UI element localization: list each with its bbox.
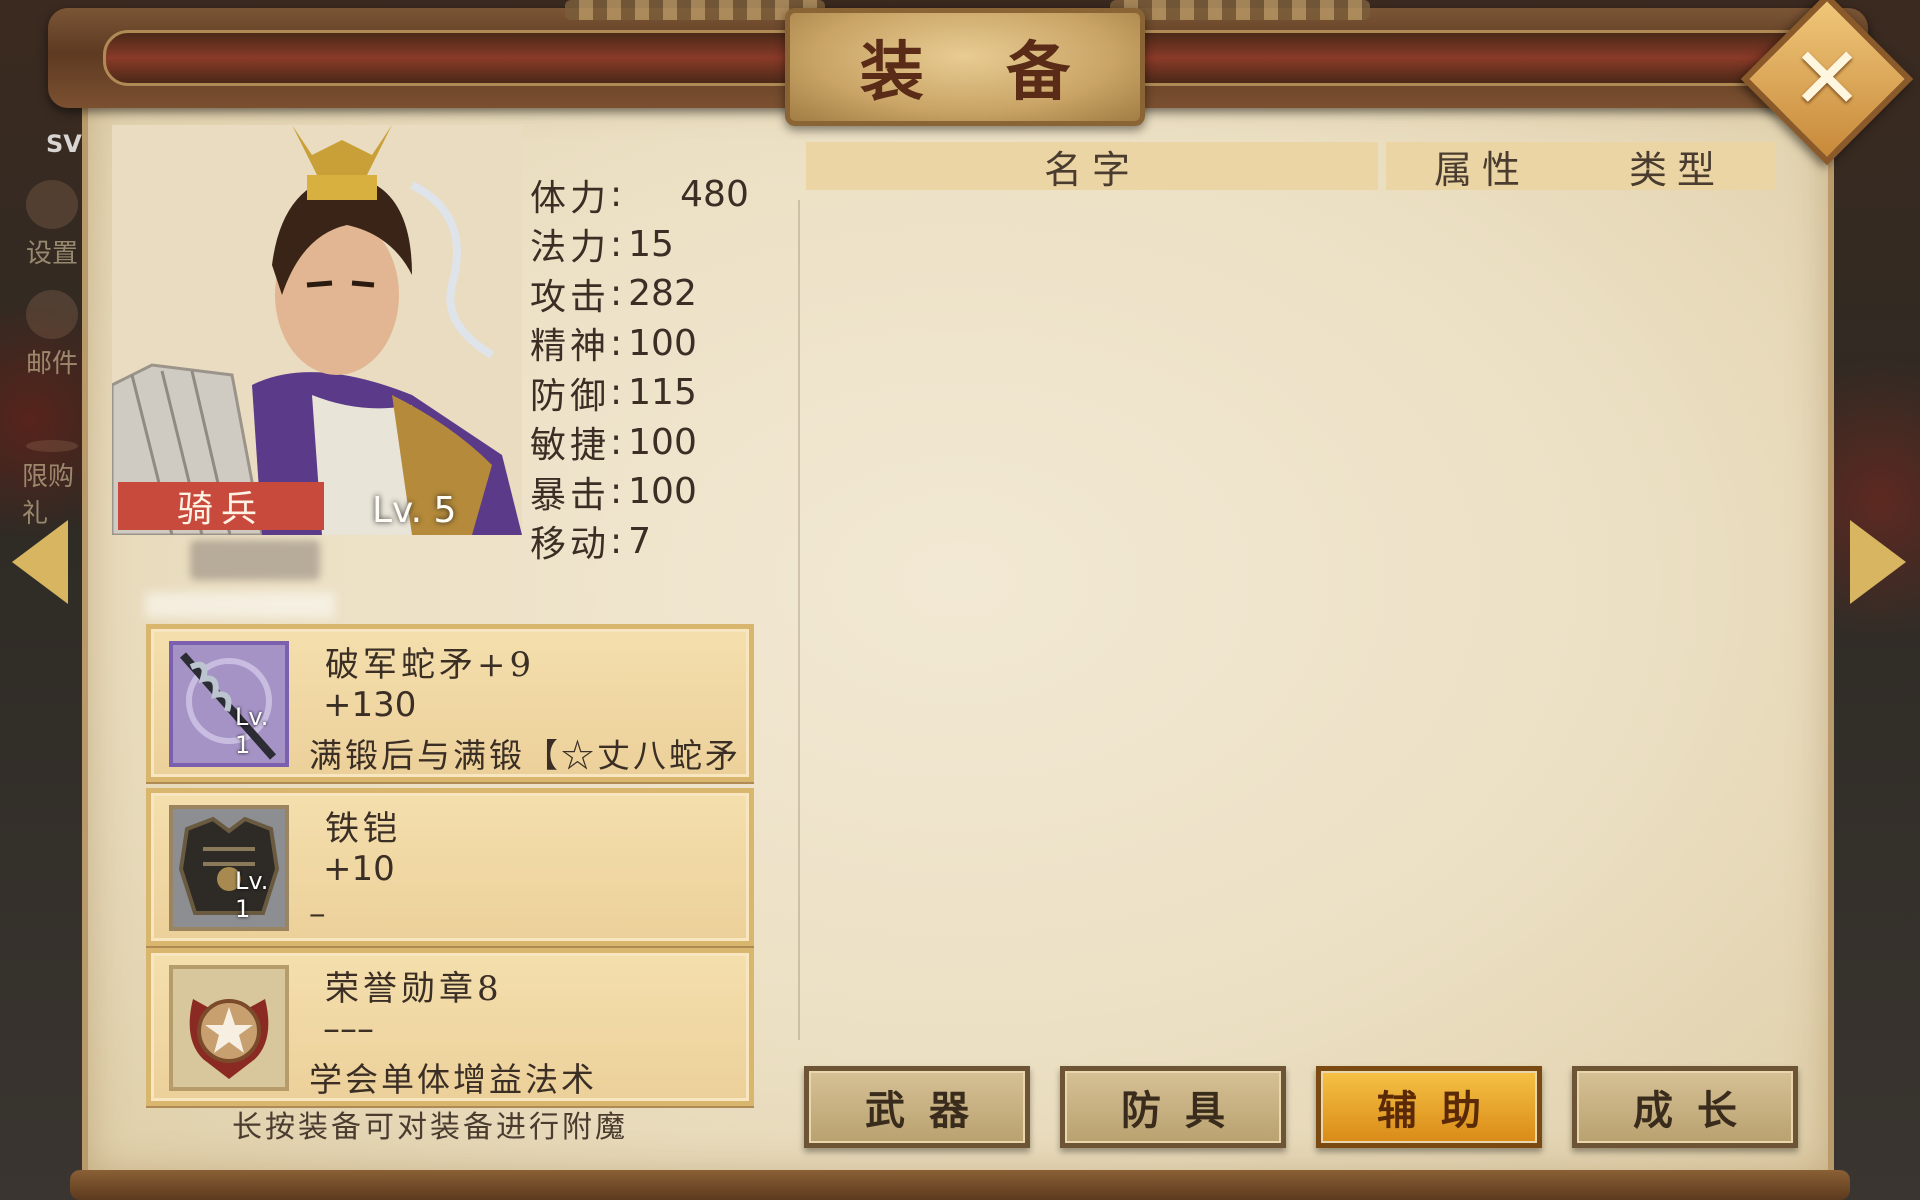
stat-row-attack: 攻击: 282 (530, 269, 790, 319)
sidebar-item-label: 限购礼 (22, 462, 75, 529)
column-name[interactable]: 名字 (806, 142, 1378, 192)
equipment-list[interactable] (798, 200, 1790, 1040)
stat-value: 115 (628, 372, 697, 414)
next-hero-arrow-icon[interactable] (1850, 520, 1906, 604)
title-plate: 装 备 (785, 8, 1145, 126)
stat-label: 攻击 (530, 276, 611, 318)
sidebar-item-mail[interactable]: 邮件 (22, 290, 82, 380)
hero-portrait-image (112, 125, 522, 535)
hero-class-badge: 骑兵 (118, 482, 324, 530)
stat-row-defense: 防御: 115 (530, 368, 790, 418)
armor-icon: Lv. 1 (169, 805, 289, 931)
equip-slot-armor[interactable]: Lv. 1 铁铠 +10 – (146, 788, 754, 946)
tab-weapon[interactable]: 武器 (804, 1066, 1030, 1148)
equip-slot-accessory[interactable]: 荣誉勋章8 ––– 学会单体增益法术 (146, 948, 754, 1106)
stat-row-agility: 敏捷: 100 (530, 418, 790, 468)
stat-label: 暴击 (530, 474, 611, 516)
mail-icon (26, 290, 78, 339)
tab-armor[interactable]: 防具 (1060, 1066, 1286, 1148)
item-bonus: +130 (323, 685, 417, 725)
stat-value: 100 (628, 471, 697, 513)
stat-row-crit: 暴击: 100 (530, 467, 790, 517)
item-bonus: ––– (323, 1009, 374, 1049)
hero-stats: 体力: 480 法力: 15 攻击: 282 精神: 100 防御: 115 敏… (530, 170, 790, 566)
stat-row-move: 移动: 7 (530, 517, 790, 567)
sidebar-item-label: 设置 (25, 239, 78, 269)
medal-icon (169, 965, 289, 1091)
stat-row-spirit: 精神: 100 (530, 319, 790, 369)
item-description: – (309, 893, 329, 932)
sv-label: SV (46, 130, 82, 158)
stat-row-hp: 体力: 480 (530, 170, 790, 220)
chain-right (1110, 0, 1370, 20)
stat-value: 15 (628, 223, 674, 265)
item-name: 荣誉勋章8 (325, 969, 503, 1009)
stat-label: 敏捷 (530, 425, 611, 467)
hero-portrait (112, 125, 522, 535)
stat-value: 282 (628, 273, 697, 315)
column-attribute[interactable]: 属性 (1386, 142, 1578, 192)
gift-icon (26, 440, 78, 452)
stat-label: 体力 (530, 177, 611, 219)
stat-value: 7 (628, 520, 652, 562)
panel-bottom-frame (70, 1170, 1850, 1200)
equip-slot-weapon[interactable]: Lv. 1 破军蛇矛+9 +130 满锻后与满锻【☆丈八蛇矛 (146, 624, 754, 782)
stat-label: 防御 (530, 375, 611, 417)
item-bonus: +10 (323, 849, 395, 889)
gear-icon (26, 180, 78, 229)
item-name: 破军蛇矛+9 (325, 645, 536, 685)
sidebar-item-settings[interactable]: 设置 (22, 180, 82, 270)
stat-value: 480 (680, 174, 749, 216)
stat-label: 移动 (530, 524, 611, 566)
stat-label: 精神 (530, 326, 611, 368)
item-level: Lv. 1 (235, 867, 269, 923)
enchant-hint: 长按装备可对装备进行附魔 (232, 1110, 628, 1145)
equipment-list-header: 名字 属性 类型 (806, 142, 1776, 192)
item-level: Lv. 1 (235, 703, 269, 759)
item-description: 满锻后与满锻【☆丈八蛇矛 (309, 736, 741, 775)
tab-auxiliary[interactable]: 辅助 (1316, 1066, 1542, 1148)
hero-name-blurred (190, 540, 320, 580)
close-icon[interactable]: ✕ (1766, 18, 1888, 140)
hero-level: Lv. 5 (372, 490, 457, 531)
hero-subtitle-blurred (145, 592, 335, 618)
stat-label: 法力 (530, 227, 611, 269)
item-name: 铁铠 (325, 809, 401, 849)
item-description: 学会单体增益法术 (309, 1060, 597, 1099)
column-type[interactable]: 类型 (1578, 142, 1776, 192)
sidebar-item-limited-gift[interactable]: 限购礼 (22, 440, 82, 530)
page-title: 装 备 (859, 35, 1101, 110)
prev-hero-arrow-icon[interactable] (12, 520, 68, 604)
tab-growth[interactable]: 成长 (1572, 1066, 1798, 1148)
sidebar-item-label: 邮件 (25, 349, 78, 379)
stat-value: 100 (628, 421, 697, 463)
spear-icon: Lv. 1 (169, 641, 289, 767)
stat-row-mp: 法力: 15 (530, 220, 790, 270)
stat-value: 100 (628, 322, 697, 364)
